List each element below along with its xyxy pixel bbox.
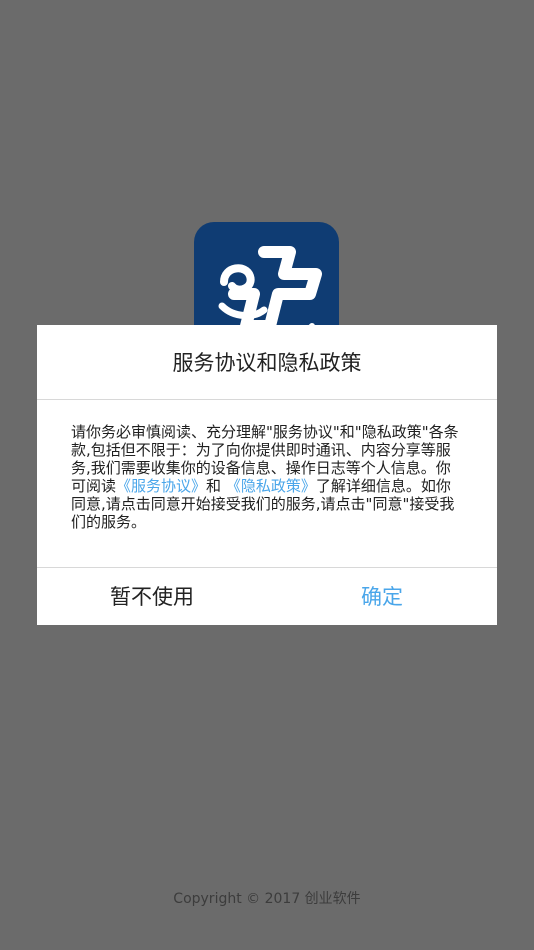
dialog-actions: 暂不使用 确定 [37,568,497,624]
dialog-body: 请你务必审慎阅读、充分理解"服务协议"和"隐私政策"各条款,包括但不限于：为了向… [37,400,497,568]
service-agreement-link[interactable]: 《服务协议》 [116,477,206,495]
confirm-button[interactable]: 确定 [267,568,497,624]
privacy-dialog: 服务协议和隐私政策 请你务必审慎阅读、充分理解"服务协议"和"隐私政策"各条款,… [37,325,497,625]
privacy-policy-link[interactable]: 《隐私政策》 [226,477,316,495]
copyright-text: Copyright © 2017 创业软件 [173,891,361,907]
body-connector-text: 和 [206,477,222,495]
dialog-title: 服务协议和隐私政策 [37,325,497,400]
decline-button[interactable]: 暂不使用 [37,568,267,624]
